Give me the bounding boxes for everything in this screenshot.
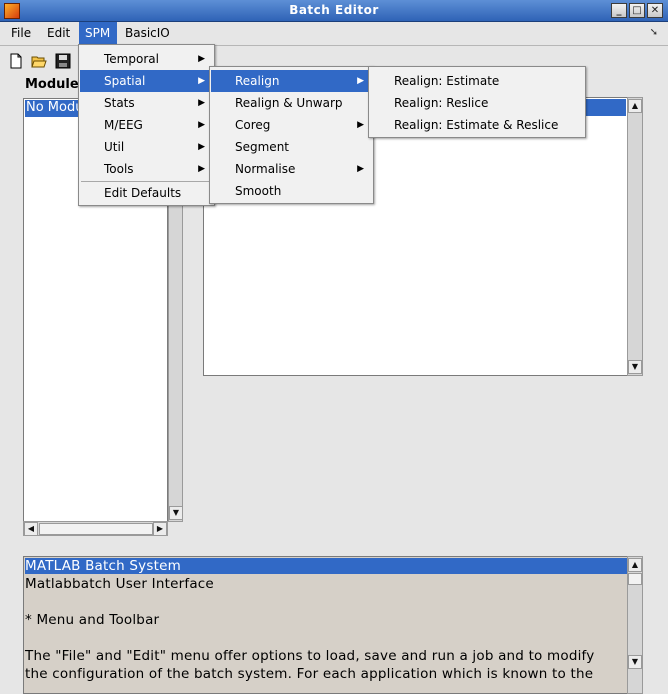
submenu-arrow-icon: ▶ — [198, 164, 205, 174]
submenu-arrow-icon: ▶ — [198, 54, 205, 64]
submenu-arrow-icon: ▶ — [198, 76, 205, 86]
menu-item-util[interactable]: Util ▶ — [80, 136, 213, 158]
menu-item-realign-reslice[interactable]: Realign: Reslice — [370, 92, 584, 114]
submenu-arrow-icon: ▶ — [357, 120, 364, 130]
menu-basicio[interactable]: BasicIO — [125, 26, 170, 42]
spatial-submenu: Realign ▶ Realign & Unwarp Coreg ▶ Segment… — [209, 66, 374, 204]
scroll-up-arrow-icon[interactable]: ▲ — [628, 99, 642, 113]
submenu-arrow-icon: ▶ — [198, 142, 205, 152]
submenu-arrow-icon: ▶ — [357, 164, 364, 174]
current-item-vscroll[interactable]: ▲ ▼ — [627, 97, 643, 376]
menu-edit[interactable]: Edit — [47, 26, 70, 42]
scroll-down-arrow-icon[interactable]: ▼ — [628, 360, 642, 374]
open-folder-icon[interactable] — [31, 53, 47, 69]
hscroll-thumb[interactable] — [39, 523, 153, 535]
scroll-right-arrow-icon[interactable]: ▶ — [153, 522, 167, 536]
spm-menu: Temporal ▶ Spatial ▶ Stats ▶ M/EEG ▶ Util ▶ T… — [78, 44, 215, 206]
new-file-icon[interactable] — [8, 53, 24, 69]
scroll-up-arrow-icon[interactable]: ▲ — [628, 558, 642, 572]
menu-file[interactable]: File — [11, 26, 31, 42]
menu-item-smooth[interactable]: Smooth — [211, 180, 372, 202]
menu-item-stats[interactable]: Stats ▶ — [80, 92, 213, 114]
scroll-left-arrow-icon[interactable]: ◀ — [24, 522, 38, 536]
help-line: * Menu and Toolbar — [25, 612, 160, 628]
help-line: the configuration of the batch system. F… — [25, 666, 594, 682]
maximize-button[interactable]: □ — [629, 3, 645, 18]
menu-item-realign[interactable]: Realign ▶ — [211, 70, 372, 92]
submenu-arrow-icon: ▶ — [198, 98, 205, 108]
scroll-down-arrow-icon[interactable]: ▼ — [628, 655, 642, 669]
module-list-hscroll[interactable]: ◀ ▶ — [23, 521, 168, 536]
window-title: Batch Editor — [289, 3, 379, 17]
menu-item-normalise[interactable]: Normalise ▶ — [211, 158, 372, 180]
menu-item-meeg[interactable]: M/EEG ▶ — [80, 114, 213, 136]
menu-item-temporal[interactable]: Temporal ▶ — [80, 48, 213, 70]
dock-arrow-icon[interactable]: ➘ — [650, 27, 658, 38]
help-line: The "File" and "Edit" menu offer options… — [25, 648, 595, 664]
help-vscroll[interactable]: ▲ ▼ — [627, 556, 643, 694]
menu-item-spatial[interactable]: Spatial ▶ — [80, 70, 213, 92]
minimize-button[interactable]: _ — [611, 3, 627, 18]
module-label: Module — [25, 77, 79, 92]
menu-item-coreg[interactable]: Coreg ▶ — [211, 114, 372, 136]
help-text-panel[interactable]: MATLAB Batch System Matlabbatch User Int… — [23, 556, 643, 694]
menu-spm[interactable]: SPM — [79, 22, 117, 44]
menu-item-realign-unwarp[interactable]: Realign & Unwarp — [211, 92, 372, 114]
save-disk-icon[interactable] — [55, 53, 71, 69]
scroll-down-arrow-icon[interactable]: ▼ — [169, 506, 183, 520]
menu-item-edit-defaults[interactable]: Edit Defaults — [80, 182, 213, 204]
title-bar: Batch Editor _ □ ✕ — [0, 0, 668, 22]
menu-item-tools[interactable]: Tools ▶ — [80, 158, 213, 180]
menu-bar: File Edit SPM BasicIO ➘ — [0, 22, 668, 44]
close-button[interactable]: ✕ — [647, 3, 663, 18]
realign-submenu: Realign: Estimate Realign: Reslice Reali… — [368, 66, 586, 138]
submenu-arrow-icon: ▶ — [198, 120, 205, 130]
menu-item-realign-estimate[interactable]: Realign: Estimate — [370, 70, 584, 92]
help-line: Matlabbatch User Interface — [25, 576, 214, 592]
menu-item-realign-estimate-reslice[interactable]: Realign: Estimate & Reslice — [370, 114, 584, 136]
scroll-thumb[interactable] — [628, 573, 642, 585]
help-line: MATLAB Batch System — [25, 558, 627, 574]
menu-item-segment[interactable]: Segment — [211, 136, 372, 158]
submenu-arrow-icon: ▶ — [357, 76, 364, 86]
